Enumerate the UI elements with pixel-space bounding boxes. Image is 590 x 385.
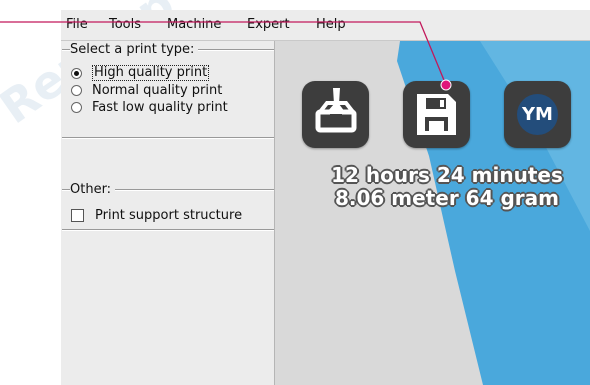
menu-bar: File Tools Machine Expert Help — [61, 10, 590, 41]
load-model-button[interactable] — [302, 81, 369, 148]
print-type-group-bottom — [62, 137, 274, 139]
print-time-estimate: 12 hours 24 minutes — [331, 163, 563, 187]
radio-label-normal-quality: Normal quality print — [92, 82, 223, 98]
support-structure-label: Print support structure — [95, 207, 243, 223]
load-model-icon — [315, 88, 357, 133]
menu-machine[interactable]: Machine — [167, 17, 221, 32]
other-group-bottom — [62, 229, 274, 231]
print-type-title: Select a print type: — [70, 42, 199, 57]
radio-normal-quality[interactable]: Normal quality print — [71, 81, 222, 99]
radio-button-checked[interactable] — [71, 67, 82, 79]
menu-file[interactable]: File — [66, 17, 88, 32]
radio-button[interactable] — [71, 84, 82, 96]
radio-button[interactable] — [71, 101, 82, 113]
radio-label-fast-low-quality: Fast low quality print — [92, 99, 228, 115]
radio-label-high-quality: High quality print — [92, 65, 210, 81]
other-title: Other: — [70, 182, 116, 197]
support-structure-checkbox-row[interactable]: Print support structure — [71, 206, 242, 224]
menu-expert[interactable]: Expert — [247, 17, 290, 32]
menu-help[interactable]: Help — [316, 17, 346, 32]
save-gcode-icon — [417, 94, 456, 135]
save-gcode-button[interactable] — [403, 81, 470, 148]
settings-panel: Select a print type: High quality print … — [61, 41, 275, 385]
menu-tools[interactable]: Tools — [109, 17, 141, 32]
youmagine-icon: YM — [517, 94, 558, 135]
model-viewer[interactable]: YM 12 hours 24 minutes 8.06 meter 64 gra… — [275, 41, 590, 385]
radio-high-quality[interactable]: High quality print — [71, 64, 210, 82]
material-estimate: 8.06 meter 64 gram — [335, 186, 559, 210]
support-structure-checkbox[interactable] — [71, 208, 84, 222]
radio-fast-low-quality[interactable]: Fast low quality print — [71, 98, 228, 116]
cura-window: File Tools Machine Expert Help Select a … — [61, 10, 590, 385]
youmagine-button[interactable]: YM — [504, 81, 571, 148]
